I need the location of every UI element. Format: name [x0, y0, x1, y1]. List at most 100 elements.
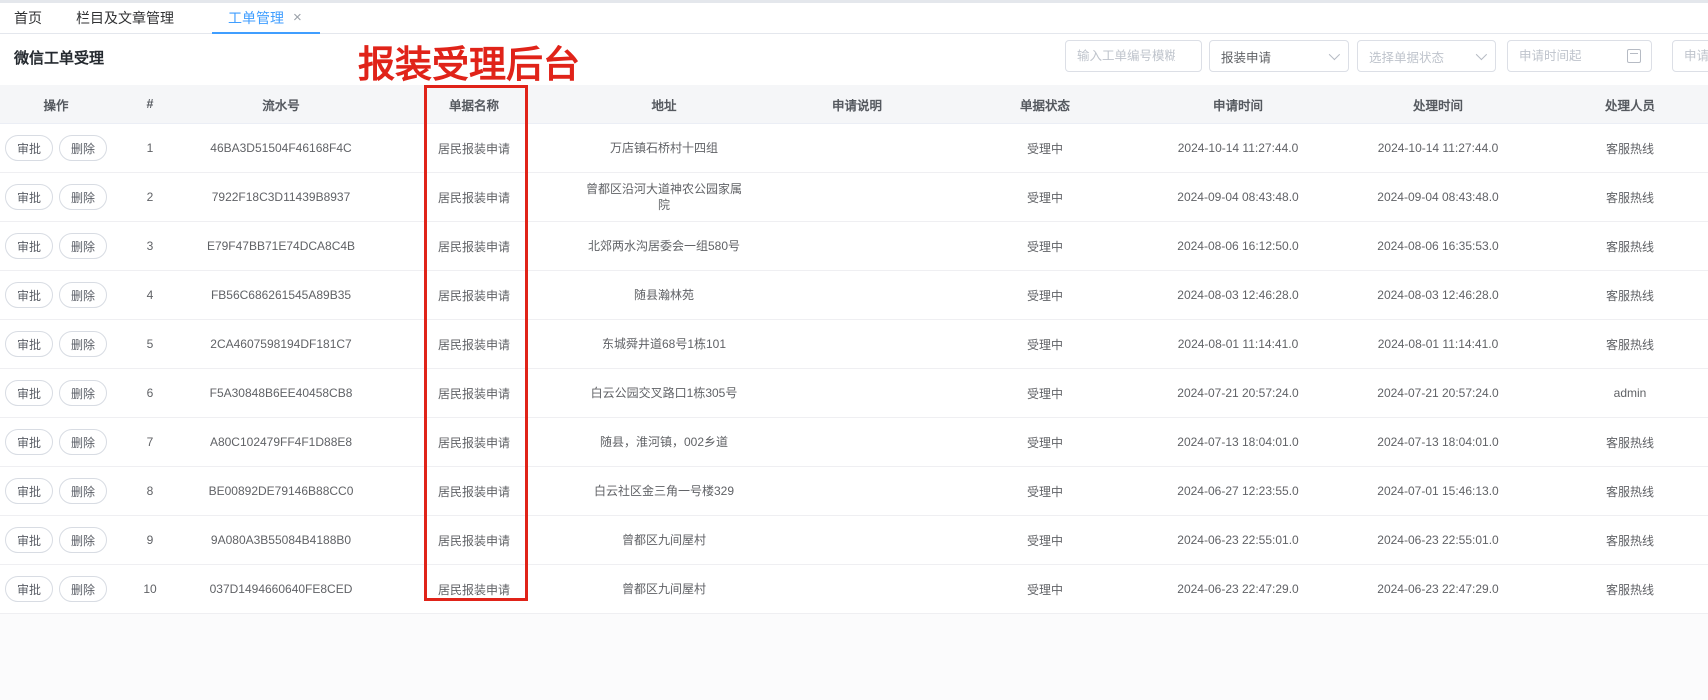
row-index: 8	[112, 484, 188, 498]
table-row: 审批 删除 2 7922F18C3D11439B8937 居民报装申请 曾都区沿…	[0, 173, 1708, 222]
table-row: 审批 删除 6 F5A30848B6EE40458CB8 居民报装申请 白云公园…	[0, 369, 1708, 418]
page-footer-space	[0, 614, 1708, 700]
row-address: 北郊两水沟居委会一组580号	[574, 238, 754, 254]
row-handler: 客服热线	[1530, 434, 1708, 451]
page-title: 微信工单受理	[14, 47, 104, 68]
row-serial: 2CA4607598194DF181C7	[188, 337, 374, 351]
row-doc-name: 居民报装申请	[374, 434, 574, 451]
row-address: 东城舜井道68号1栋101	[574, 336, 754, 352]
table-row: 审批 删除 3 E79F47BB71E74DCA8C4B 居民报装申请 北郊两水…	[0, 222, 1708, 271]
row-serial: BE00892DE79146B88CC0	[188, 484, 374, 498]
toolbar: 微信工单受理 报装申请 选择单据状态	[0, 34, 1708, 85]
approve-button[interactable]: 审批	[5, 184, 53, 210]
approve-button[interactable]: 审批	[5, 527, 53, 553]
row-process-time: 2024-08-03 12:46:28.0	[1346, 288, 1530, 302]
approve-button[interactable]: 审批	[5, 429, 53, 455]
approve-button[interactable]: 审批	[5, 380, 53, 406]
col-header-process-time: 处理时间	[1346, 95, 1530, 114]
apply-date-start-field	[1507, 40, 1652, 72]
col-header-index: #	[112, 97, 188, 111]
row-process-time: 2024-10-14 11:27:44.0	[1346, 141, 1530, 155]
table-row: 审批 删除 4 FB56C686261545A89B35 居民报装申请 随县瀚林…	[0, 271, 1708, 320]
table-body: 审批 删除 1 46BA3D51504F46168F4C 居民报装申请 万店镇石…	[0, 124, 1708, 614]
table-row: 审批 删除 5 2CA4607598194DF181C7 居民报装申请 东城舜井…	[0, 320, 1708, 369]
row-process-time: 2024-07-21 20:57:24.0	[1346, 386, 1530, 400]
row-serial: 9A080A3B55084B4188B0	[188, 533, 374, 547]
row-status: 受理中	[960, 483, 1130, 500]
row-status: 受理中	[960, 140, 1130, 157]
row-address: 曾都区九间屋村	[574, 581, 754, 597]
calendar-icon	[1627, 49, 1641, 63]
approve-button[interactable]: 审批	[5, 331, 53, 357]
approve-button[interactable]: 审批	[5, 135, 53, 161]
col-header-doc-name: 单据名称	[374, 95, 574, 114]
row-handler: 客服热线	[1530, 140, 1708, 157]
row-process-time: 2024-06-23 22:55:01.0	[1346, 533, 1530, 547]
row-status: 受理中	[960, 238, 1130, 255]
row-address: 白云公园交叉路口1栋305号	[574, 385, 754, 401]
row-handler: 客服热线	[1530, 581, 1708, 598]
row-handler: 客服热线	[1530, 238, 1708, 255]
row-actions: 审批 删除	[0, 576, 112, 602]
order-number-search-field	[1065, 40, 1202, 72]
delete-button[interactable]: 删除	[59, 576, 107, 602]
row-address: 随县，淮河镇，002乡道	[574, 434, 754, 450]
order-status-select-placeholder: 选择单据状态	[1369, 47, 1470, 66]
order-type-select[interactable]: 报装申请	[1209, 40, 1349, 72]
row-index: 6	[112, 386, 188, 400]
row-handler: 客服热线	[1530, 189, 1708, 206]
row-serial: A80C102479FF4F1D88E8	[188, 435, 374, 449]
row-status: 受理中	[960, 581, 1130, 598]
tab-workorders-wrap: 工单管理 ×	[212, 3, 320, 34]
delete-button[interactable]: 删除	[59, 429, 107, 455]
row-actions: 审批 删除	[0, 331, 112, 357]
row-index: 7	[112, 435, 188, 449]
row-process-time: 2024-08-06 16:35:53.0	[1346, 239, 1530, 253]
col-header-status: 单据状态	[960, 95, 1130, 114]
row-doc-name: 居民报装申请	[374, 385, 574, 402]
tab-articles[interactable]: 栏目及文章管理	[76, 3, 174, 33]
row-address: 随县瀚林苑	[574, 287, 754, 303]
row-status: 受理中	[960, 434, 1130, 451]
apply-date-end-input[interactable]	[1673, 41, 1708, 71]
close-tab-icon[interactable]: ×	[293, 10, 302, 25]
approve-button[interactable]: 审批	[5, 282, 53, 308]
order-status-select[interactable]: 选择单据状态	[1357, 40, 1496, 72]
table-row: 审批 删除 1 46BA3D51504F46168F4C 居民报装申请 万店镇石…	[0, 124, 1708, 173]
tab-home[interactable]: 首页	[14, 3, 42, 33]
delete-button[interactable]: 删除	[59, 331, 107, 357]
delete-button[interactable]: 删除	[59, 478, 107, 504]
chevron-down-icon	[1329, 49, 1340, 60]
row-address: 曾都区九间屋村	[574, 532, 754, 548]
row-actions: 审批 删除	[0, 135, 112, 161]
row-serial: 037D1494660640FE8CED	[188, 582, 374, 596]
delete-button[interactable]: 删除	[59, 527, 107, 553]
col-header-address: 地址	[574, 95, 754, 114]
col-header-description: 申请说明	[754, 95, 960, 114]
row-status: 受理中	[960, 336, 1130, 353]
row-apply-time: 2024-10-14 11:27:44.0	[1130, 141, 1346, 155]
row-doc-name: 居民报装申请	[374, 238, 574, 255]
delete-button[interactable]: 删除	[59, 282, 107, 308]
delete-button[interactable]: 删除	[59, 233, 107, 259]
row-handler: 客服热线	[1530, 532, 1708, 549]
row-apply-time: 2024-07-21 20:57:24.0	[1130, 386, 1346, 400]
chevron-down-icon	[1476, 49, 1487, 60]
col-header-handler: 处理人员	[1530, 95, 1708, 114]
delete-button[interactable]: 删除	[59, 135, 107, 161]
row-serial: E79F47BB71E74DCA8C4B	[188, 239, 374, 253]
row-serial: F5A30848B6EE40458CB8	[188, 386, 374, 400]
approve-button[interactable]: 审批	[5, 576, 53, 602]
row-actions: 审批 删除	[0, 478, 112, 504]
row-apply-time: 2024-09-04 08:43:48.0	[1130, 190, 1346, 204]
tab-workorders[interactable]: 工单管理	[228, 8, 284, 28]
delete-button[interactable]: 删除	[59, 380, 107, 406]
row-address: 白云社区金三角一号楼329	[574, 483, 754, 499]
approve-button[interactable]: 审批	[5, 478, 53, 504]
approve-button[interactable]: 审批	[5, 233, 53, 259]
row-status: 受理中	[960, 287, 1130, 304]
delete-button[interactable]: 删除	[59, 184, 107, 210]
search-input[interactable]	[1066, 41, 1201, 71]
row-doc-name: 居民报装申请	[374, 483, 574, 500]
row-apply-time: 2024-06-27 12:23:55.0	[1130, 484, 1346, 498]
